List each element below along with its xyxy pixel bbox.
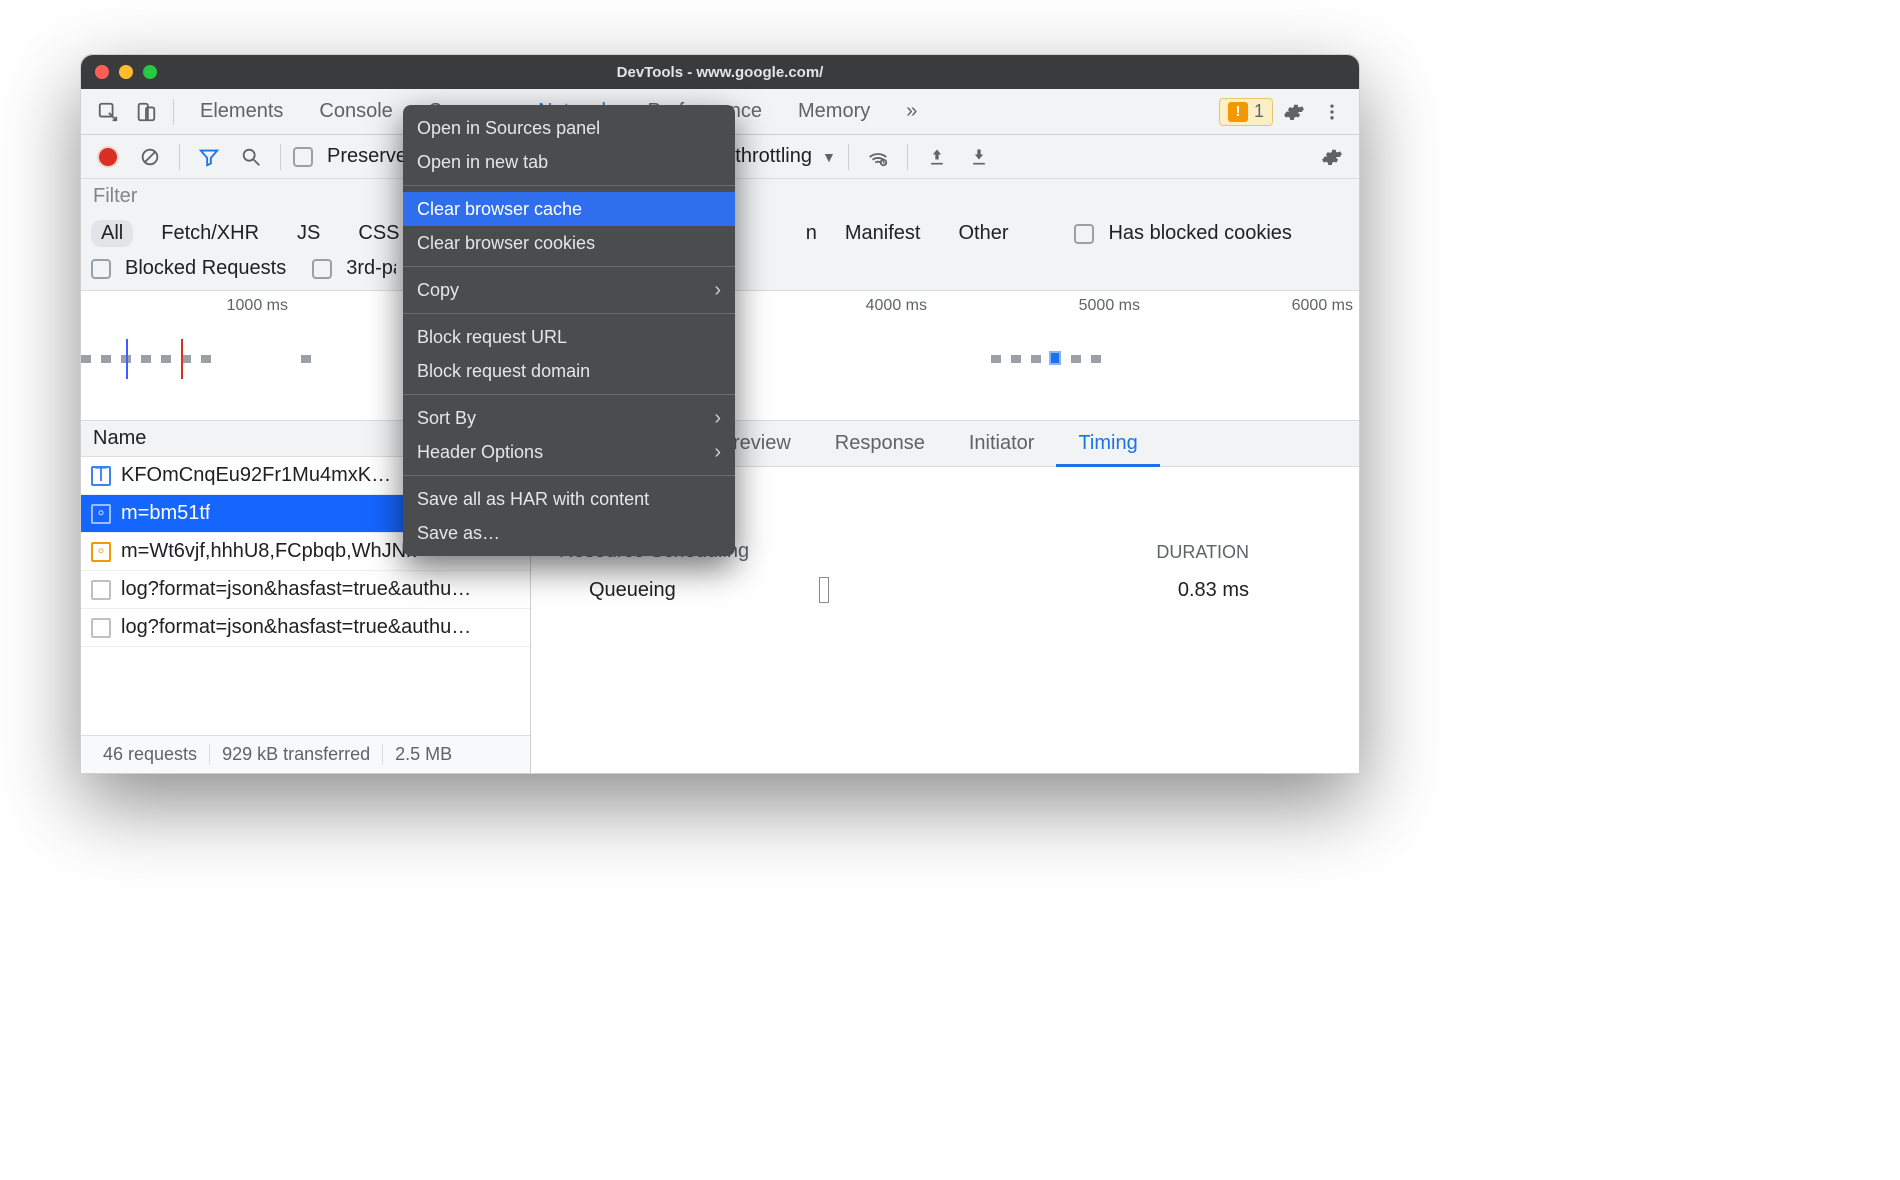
warnings-badge[interactable]: ! 1 xyxy=(1219,98,1273,126)
has-blocked-cookies-toggle[interactable]: Has blocked cookies xyxy=(1074,222,1291,245)
type-manifest[interactable]: Manifest xyxy=(835,220,931,247)
tab-elements[interactable]: Elements xyxy=(184,89,299,135)
tab-console[interactable]: Console xyxy=(303,89,408,135)
checkbox-icon xyxy=(91,259,111,279)
tick-label: 6000 ms xyxy=(1292,297,1353,315)
tab-memory[interactable]: Memory xyxy=(782,89,886,135)
settings-icon[interactable] xyxy=(1277,95,1311,129)
record-icon xyxy=(99,148,117,166)
devtools-window: DevTools - www.google.com/ Elements Cons… xyxy=(80,54,1360,774)
menu-block-request-url[interactable]: Block request URL xyxy=(403,320,735,354)
close-icon[interactable] xyxy=(95,65,109,79)
menu-open-in-sources[interactable]: Open in Sources panel xyxy=(403,111,735,145)
maximize-icon[interactable] xyxy=(143,65,157,79)
blocked-requests-label: Blocked Requests xyxy=(125,257,286,280)
script-file-icon: ◦ xyxy=(91,504,111,524)
timing-queueing-value: 0.83 ms xyxy=(829,579,1249,602)
warning-icon: ! xyxy=(1228,102,1248,122)
menu-block-request-domain[interactable]: Block request domain xyxy=(403,354,735,388)
network-settings-icon[interactable] xyxy=(1315,140,1349,174)
separator xyxy=(173,99,174,125)
detail-tab-response[interactable]: Response xyxy=(813,421,947,467)
checkbox-icon xyxy=(293,147,313,167)
status-requests: 46 requests xyxy=(91,744,210,765)
request-name: log?format=json&hasfast=true&authu… xyxy=(121,578,471,601)
third-party-label: 3rd-party requests xyxy=(346,257,396,280)
context-menu: Open in Sources panel Open in new tab Cl… xyxy=(403,105,735,556)
filter-icon[interactable] xyxy=(192,140,226,174)
request-name: KFOmCnqEu92Fr1Mu4mxK… xyxy=(121,464,391,487)
third-party-toggle[interactable]: 3rd-party requests xyxy=(312,257,396,280)
status-transferred: 929 kB transferred xyxy=(210,744,383,765)
request-name: log?format=json&hasfast=true&authu… xyxy=(121,616,471,639)
network-conditions-icon[interactable] xyxy=(861,140,895,174)
minimize-icon[interactable] xyxy=(119,65,133,79)
menu-copy[interactable]: Copy xyxy=(403,273,735,307)
document-file-icon xyxy=(91,618,111,638)
device-toolbar-icon[interactable] xyxy=(129,95,163,129)
search-icon[interactable] xyxy=(234,140,268,174)
timing-queueing-row: Queueing 0.83 ms xyxy=(559,577,1249,603)
tick-label: 1000 ms xyxy=(227,297,288,315)
detail-tab-timing[interactable]: Timing xyxy=(1056,421,1159,467)
tick-label: 4000 ms xyxy=(866,297,927,315)
type-fetchxhr[interactable]: Fetch/XHR xyxy=(151,220,269,247)
chevron-down-icon: ▼ xyxy=(822,149,836,165)
request-row[interactable]: log?format=json&hasfast=true&authu… xyxy=(81,609,530,647)
menu-open-in-new-tab[interactable]: Open in new tab xyxy=(403,145,735,179)
menu-clear-browser-cookies[interactable]: Clear browser cookies xyxy=(403,226,735,260)
inspect-element-icon[interactable] xyxy=(91,95,125,129)
menu-sort-by[interactable]: Sort By xyxy=(403,401,735,435)
throttling-dropdown[interactable]: throttling ▼ xyxy=(735,145,836,168)
has-blocked-cookies-label: Has blocked cookies xyxy=(1108,222,1291,245)
type-css[interactable]: CSS xyxy=(348,220,409,247)
menu-clear-browser-cache[interactable]: Clear browser cache xyxy=(403,192,735,226)
detail-tab-initiator[interactable]: Initiator xyxy=(947,421,1057,467)
menu-save-all-as-har[interactable]: Save all as HAR with content xyxy=(403,482,735,516)
clear-button[interactable] xyxy=(133,140,167,174)
export-har-icon[interactable] xyxy=(962,140,996,174)
menu-save-as[interactable]: Save as… xyxy=(403,516,735,550)
tick-label: 5000 ms xyxy=(1079,297,1140,315)
status-bar: 46 requests 929 kB transferred 2.5 MB xyxy=(81,735,530,773)
type-all[interactable]: All xyxy=(91,220,133,247)
import-har-icon[interactable] xyxy=(920,140,954,174)
type-manifest-partial: n xyxy=(806,222,817,245)
timing-duration-header: DURATION xyxy=(1156,542,1249,563)
type-js[interactable]: JS xyxy=(287,220,330,247)
timing-bar-marker xyxy=(819,577,829,603)
document-file-icon xyxy=(91,580,111,600)
throttling-label: throttling xyxy=(735,145,812,168)
window-titlebar: DevTools - www.google.com/ xyxy=(81,55,1359,89)
tabs-more[interactable]: » xyxy=(890,89,933,135)
checkbox-icon xyxy=(312,259,332,279)
type-other[interactable]: Other xyxy=(948,220,1018,247)
status-resources: 2.5 MB xyxy=(383,744,464,765)
script-file-icon: ◦ xyxy=(91,542,111,562)
traffic-lights xyxy=(81,65,157,79)
request-name: m=bm51tf xyxy=(121,502,210,525)
timing-queueing-label: Queueing xyxy=(589,579,809,602)
record-button[interactable] xyxy=(91,140,125,174)
warnings-count: 1 xyxy=(1254,101,1264,122)
checkbox-icon xyxy=(1074,224,1094,244)
kebab-menu-icon[interactable] xyxy=(1315,95,1349,129)
request-name: m=Wt6vjf,hhhU8,FCpbqb,WhJNk xyxy=(121,540,416,563)
font-file-icon: T xyxy=(91,466,111,486)
blocked-requests-toggle[interactable]: Blocked Requests xyxy=(91,257,286,280)
menu-header-options[interactable]: Header Options xyxy=(403,435,735,469)
window-title: DevTools - www.google.com/ xyxy=(81,64,1359,81)
request-row[interactable]: log?format=json&hasfast=true&authu… xyxy=(81,571,530,609)
